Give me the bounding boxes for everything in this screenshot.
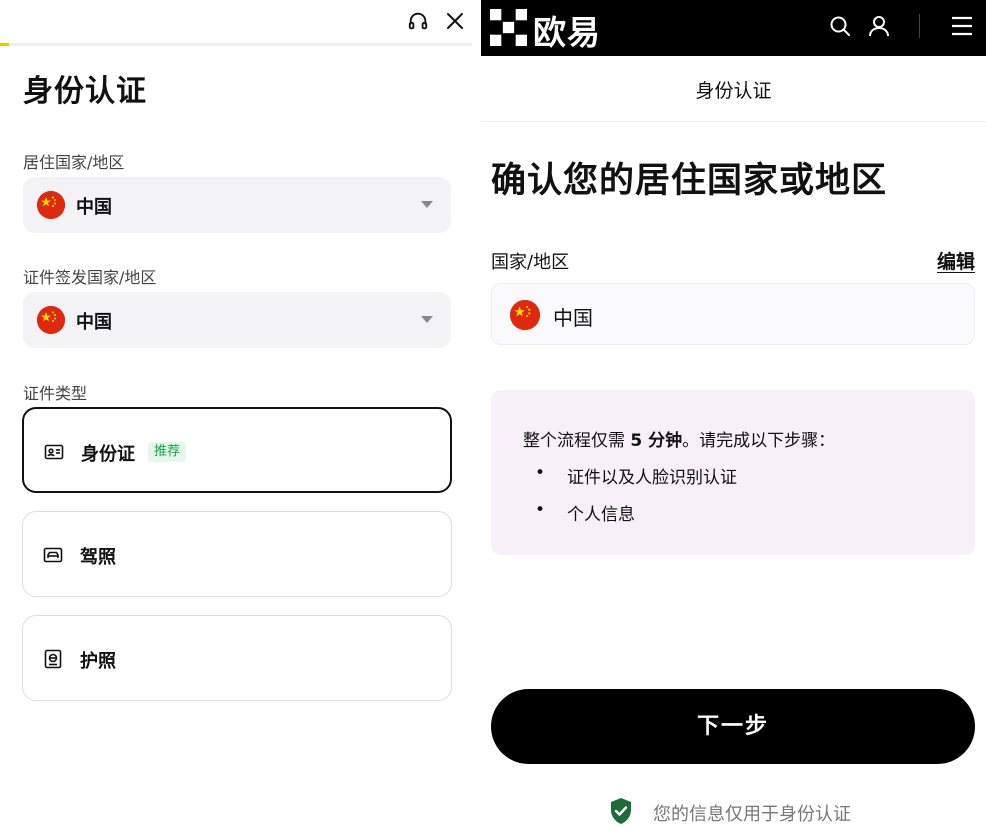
china-flag-icon: [510, 300, 540, 330]
driver-license-icon: [43, 545, 63, 565]
doc-type-label: 证件类型: [23, 384, 88, 403]
left-panel: 身份认证 居住国家/地区 中国 证件签发国家/地区 中国 证件类型 身份证 推荐…: [0, 0, 472, 829]
country-field: 中国: [491, 283, 975, 345]
recommended-badge: 推荐: [148, 442, 187, 462]
china-flag-icon: [37, 191, 65, 219]
brand-name: 欧易: [533, 13, 601, 52]
right-panel: 欧易 身份认证 确认您的居住国家或地区 国家/地区 编辑 中国 整个流程仅需 5…: [481, 0, 986, 829]
page-title: 身份认证: [23, 74, 147, 109]
doc-option-label: 身份证: [81, 444, 135, 465]
issuing-label: 证件签发国家/地区: [23, 268, 157, 287]
issuing-select[interactable]: 中国: [23, 292, 451, 348]
top-navbar: 欧易: [481, 0, 986, 56]
progress-fill: [0, 43, 10, 46]
doc-option-passport[interactable]: 护照: [22, 615, 452, 701]
residence-select[interactable]: 中国: [23, 177, 451, 233]
next-button[interactable]: 下一步: [491, 689, 975, 764]
headset-icon[interactable]: [405, 8, 431, 34]
doc-option-label: 驾照: [80, 547, 116, 568]
residence-value: 中国: [76, 197, 112, 218]
id-card-icon: [44, 442, 64, 462]
caret-down-icon: [421, 201, 433, 208]
info-box: 整个流程仅需 5 分钟。请完成以下步骤： • 证件以及人脸识别认证 • 个人信息: [491, 390, 975, 555]
confirm-title: 确认您的居住国家或地区: [491, 161, 888, 201]
search-icon[interactable]: [826, 12, 854, 40]
page-header: 身份认证: [481, 56, 986, 122]
user-icon[interactable]: [865, 12, 893, 40]
edit-link[interactable]: 编辑: [937, 247, 975, 274]
page-header-title: 身份认证: [695, 80, 772, 102]
nav-separator: [919, 14, 920, 38]
china-flag-icon: [37, 306, 65, 334]
close-icon[interactable]: [442, 8, 468, 34]
menu-icon[interactable]: [948, 12, 976, 40]
progress-bar: [0, 43, 472, 46]
passport-icon: [43, 649, 63, 669]
doc-option-id-card[interactable]: 身份证 推荐: [22, 407, 452, 493]
panel-gap: [472, 0, 481, 829]
okx-logo-icon[interactable]: [490, 9, 527, 46]
caret-down-icon: [421, 316, 433, 323]
country-label: 国家/地区: [491, 252, 570, 273]
shield-check-icon: [609, 797, 633, 825]
country-value: 中国: [553, 306, 593, 330]
issuing-value: 中国: [76, 312, 112, 333]
doc-option-driver-license[interactable]: 驾照: [22, 511, 452, 597]
doc-option-label: 护照: [80, 651, 116, 672]
residence-label: 居住国家/地区: [23, 153, 125, 172]
info-intro: 整个流程仅需 5 分钟。请完成以下步骤：: [523, 431, 836, 451]
privacy-text: 您的信息仅用于身份认证: [653, 804, 851, 825]
left-topbar: [0, 0, 472, 46]
